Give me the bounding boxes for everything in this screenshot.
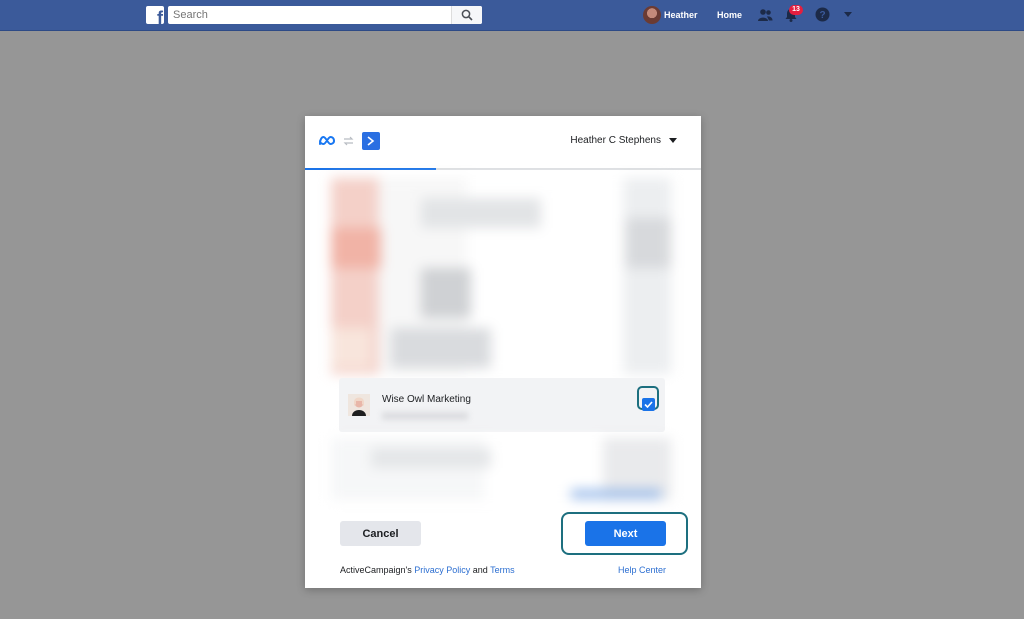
- profile-name: Heather: [664, 10, 698, 20]
- help-center-link[interactable]: Help Center: [618, 565, 666, 575]
- checkmark-icon: [644, 401, 653, 408]
- cancel-button[interactable]: Cancel: [340, 521, 421, 546]
- app-logo: [362, 132, 380, 150]
- search-button[interactable]: [451, 6, 482, 24]
- list-item-page[interactable]: Wise Owl Marketing: [339, 378, 665, 432]
- search-icon: [461, 9, 473, 21]
- page-name: Wise Owl Marketing: [382, 394, 471, 405]
- blurred-page-subtitle: [382, 412, 468, 420]
- top-navigation-bar: f Heather Home 13 ?: [0, 0, 1024, 31]
- policy-owner-text: ActiveCampaign's: [340, 565, 412, 575]
- search-input[interactable]: [173, 8, 453, 22]
- avatar: [643, 6, 661, 24]
- profile-link[interactable]: Heather: [643, 6, 698, 24]
- privacy-policy-link[interactable]: Privacy Policy: [414, 565, 470, 575]
- progress-fill: [305, 168, 436, 170]
- next-button[interactable]: Next: [585, 521, 666, 546]
- blurred-page-list-bottom: [331, 438, 671, 500]
- and-text: and: [472, 565, 488, 575]
- progress-bar: [305, 168, 701, 170]
- app-arrow-icon: [367, 136, 375, 146]
- swap-icon: [343, 136, 354, 146]
- friends-icon[interactable]: [757, 7, 773, 23]
- help-icon[interactable]: ?: [815, 7, 830, 22]
- account-name: Heather C Stephens: [570, 135, 661, 146]
- meta-logo-icon: [319, 135, 336, 146]
- terms-link[interactable]: Terms: [490, 565, 515, 575]
- facebook-logo-icon[interactable]: f: [146, 6, 164, 24]
- permissions-dialog: Heather C Stephens Wise Owl Marketing Ca…: [305, 116, 701, 588]
- caret-down-icon[interactable]: [844, 12, 852, 17]
- page-checkbox[interactable]: [642, 398, 655, 411]
- notification-badge: 13: [789, 5, 803, 15]
- home-link[interactable]: Home: [717, 10, 742, 20]
- policy-footer: ActiveCampaign's Privacy Policy and Term…: [340, 565, 515, 575]
- dialog-header: Heather C Stephens: [305, 116, 701, 168]
- blurred-page-list: [331, 178, 671, 374]
- page-avatar: [348, 394, 370, 416]
- svg-text:?: ?: [819, 10, 825, 21]
- account-switcher[interactable]: Heather C Stephens: [570, 135, 677, 146]
- caret-down-icon: [669, 138, 677, 143]
- search-box[interactable]: [168, 6, 482, 24]
